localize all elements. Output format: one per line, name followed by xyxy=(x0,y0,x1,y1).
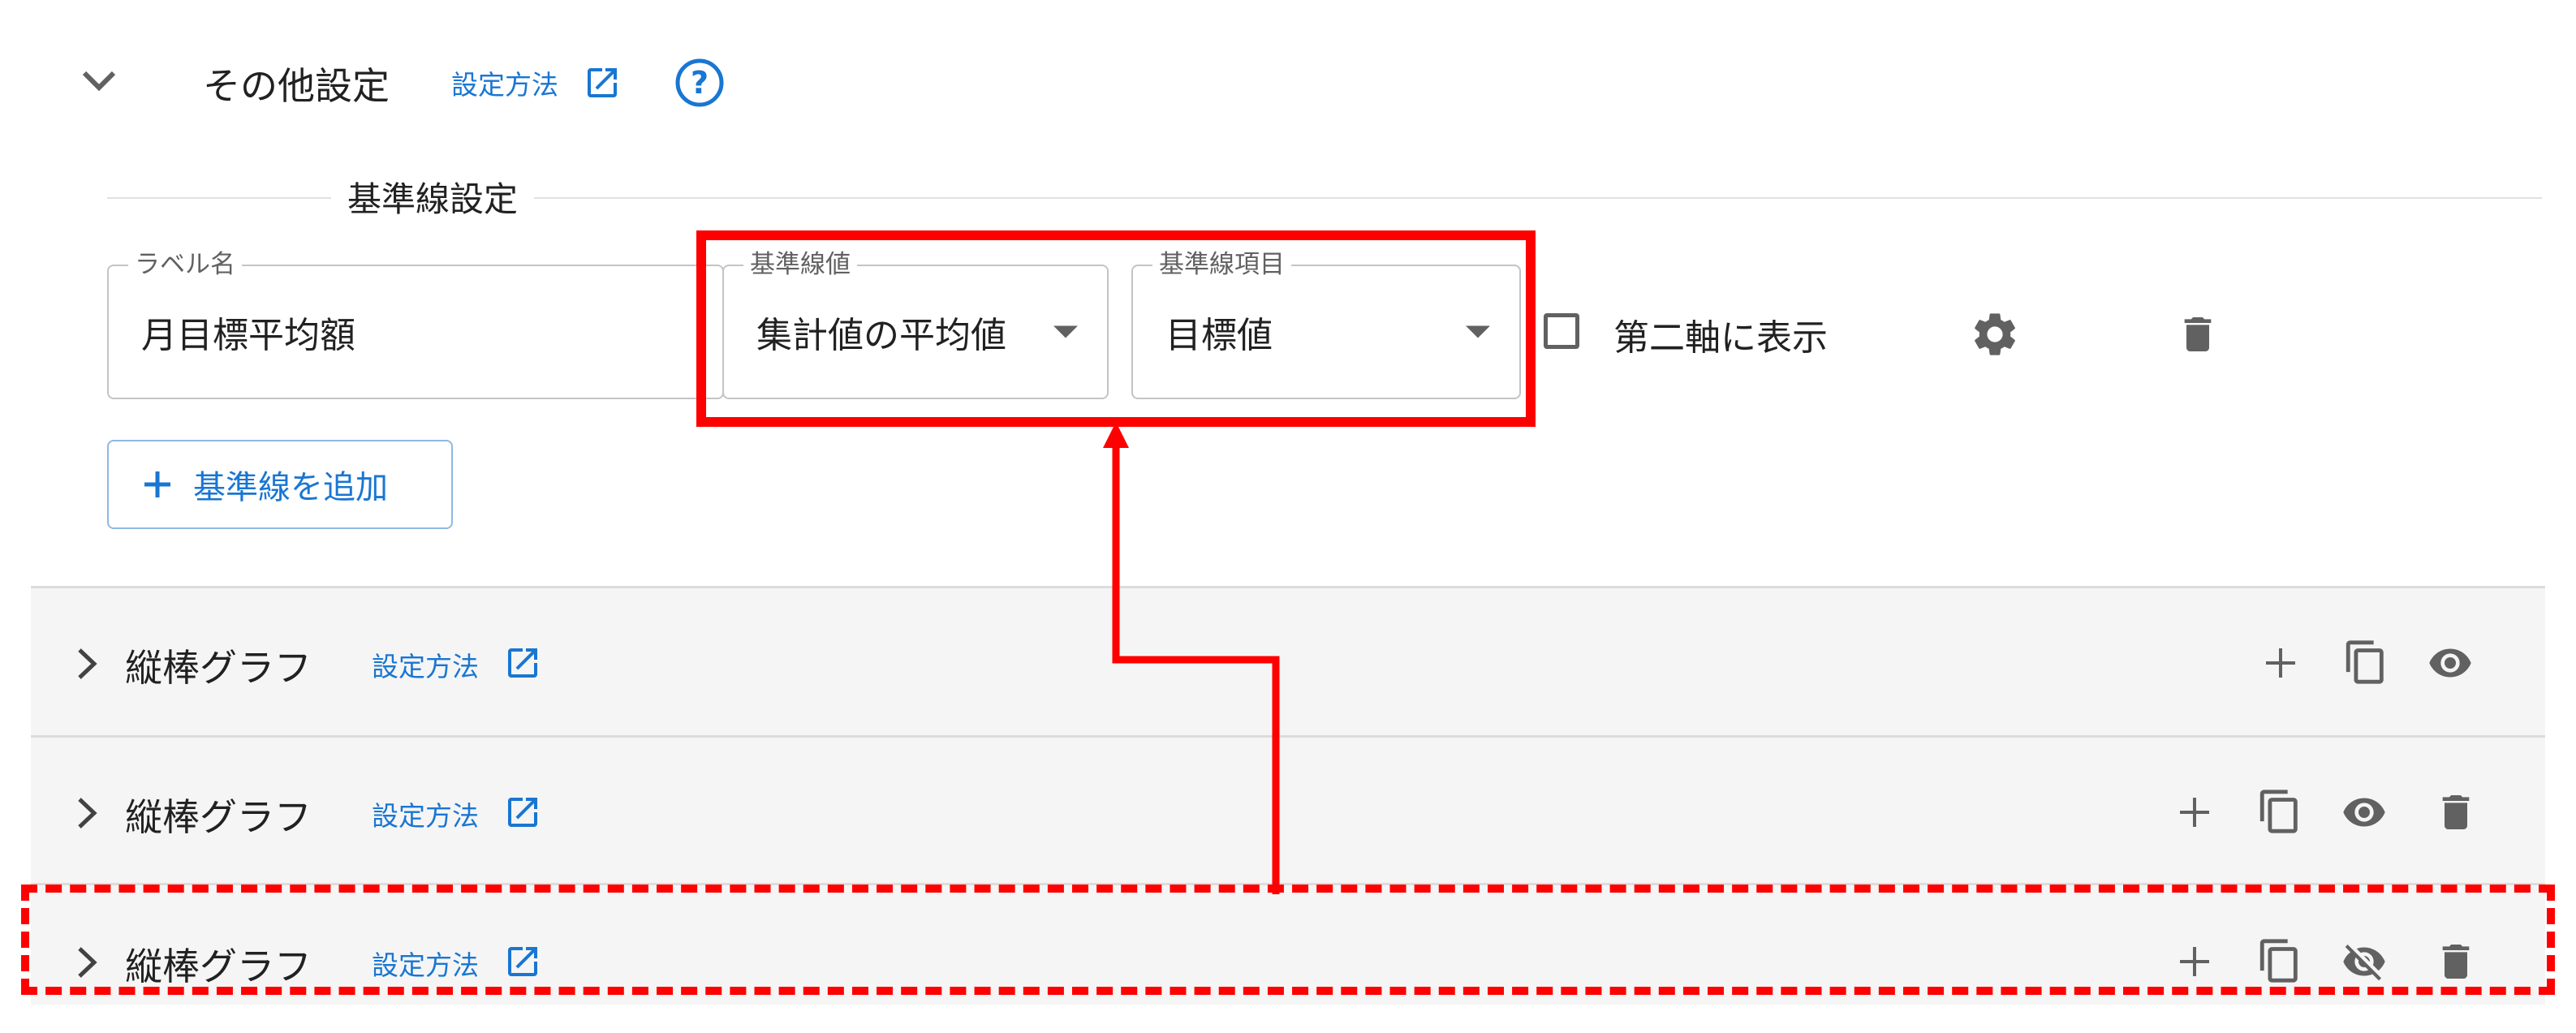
annotation-arrow xyxy=(1103,422,1280,894)
